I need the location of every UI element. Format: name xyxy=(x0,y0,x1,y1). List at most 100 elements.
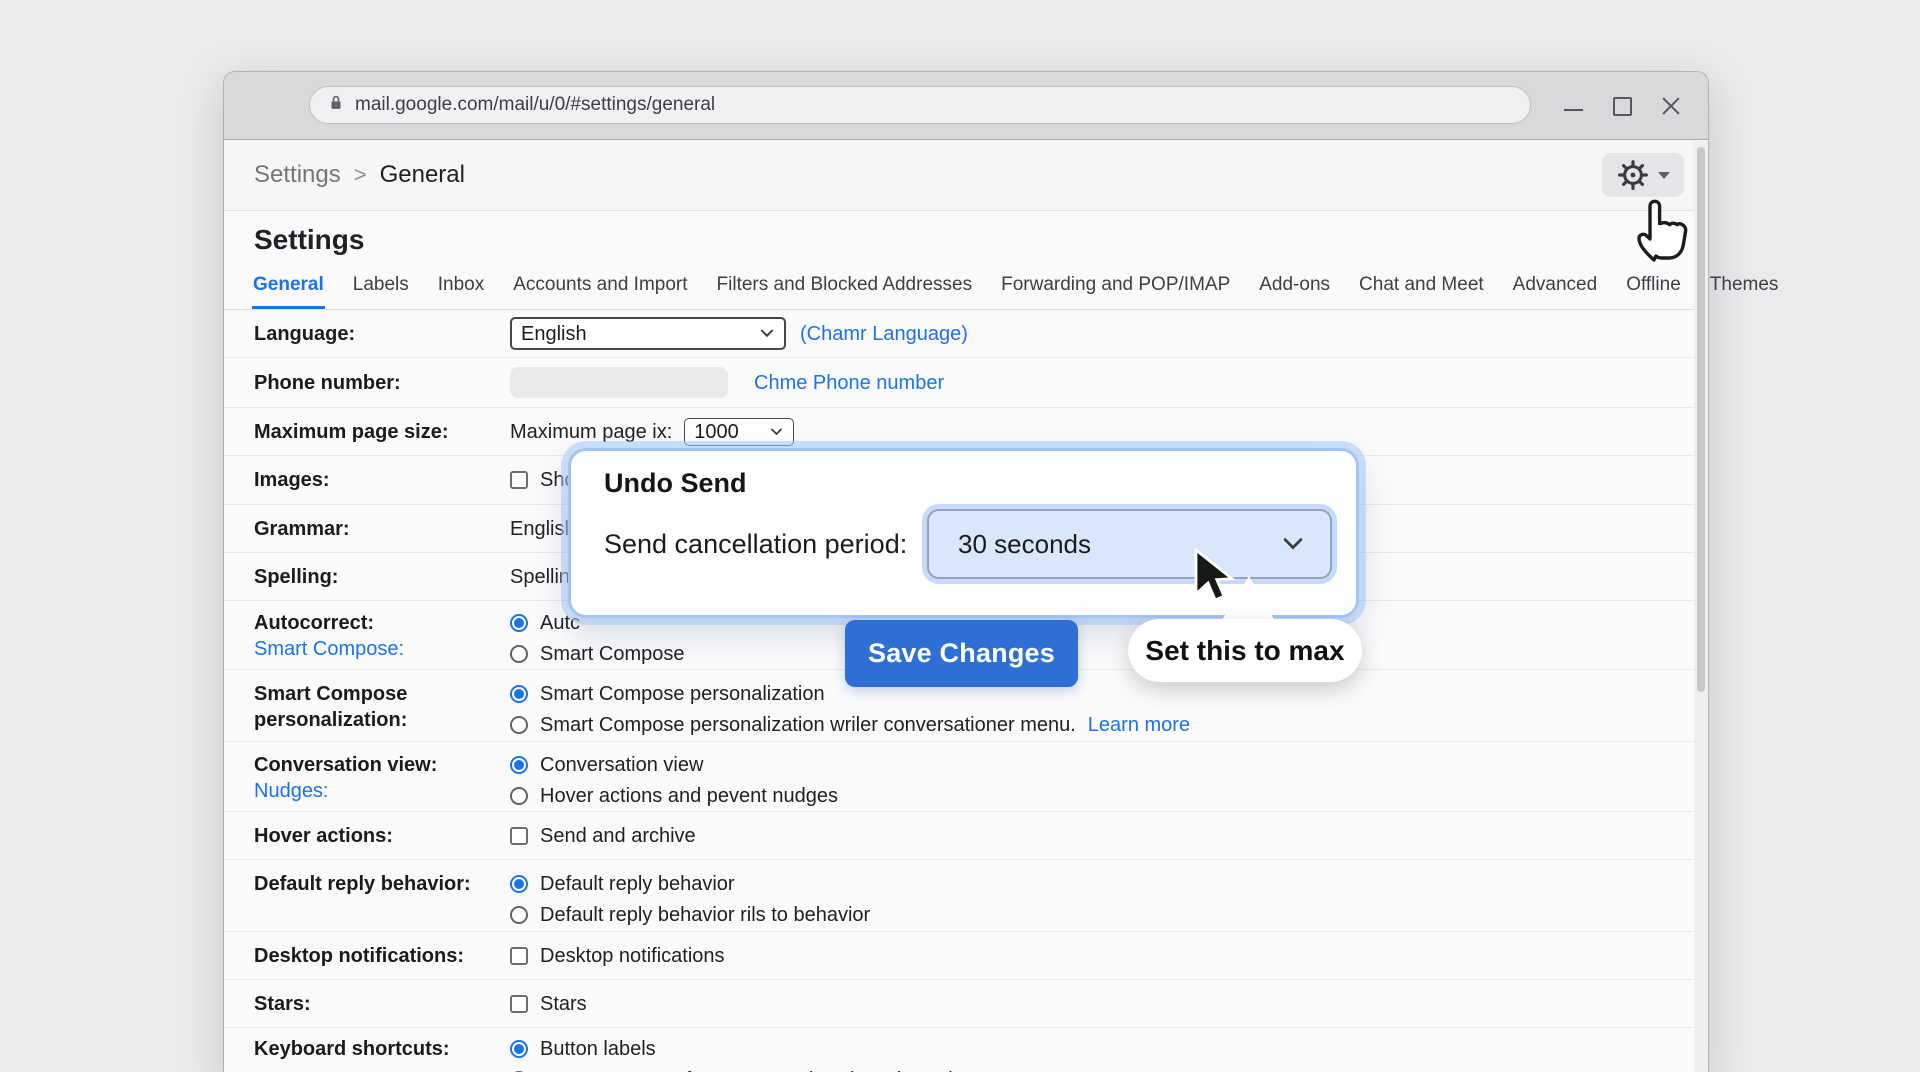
autocorrect-radio-off[interactable] xyxy=(510,645,528,663)
tab-add-ons[interactable]: Add-ons xyxy=(1258,274,1331,309)
vertical-scrollbar[interactable] xyxy=(1694,141,1708,1072)
popup-title: Undo Send xyxy=(604,468,747,499)
chevron-down-icon xyxy=(1282,537,1304,551)
browser-title-bar: mail.google.com/mail/u/0/#settings/gener… xyxy=(224,72,1708,140)
row-keyboard-shortcuts: Keyboard shortcuts: Button labels Create… xyxy=(224,1028,1708,1072)
breadcrumb-separator-icon: > xyxy=(354,162,367,188)
breadcrumb-settings[interactable]: Settings xyxy=(254,161,341,189)
row-stars: Stars: Stars xyxy=(224,980,1708,1028)
close-icon xyxy=(1660,94,1682,118)
row-conversation-view: Conversation view: Nudges: Conversation … xyxy=(224,742,1708,812)
row-label: Spelling: xyxy=(254,564,510,590)
maximize-icon xyxy=(1613,97,1632,116)
tab-themes[interactable]: Themes xyxy=(1709,274,1780,309)
conversation-radio-on[interactable] xyxy=(510,756,528,774)
max-page-inline-label: Maximum page ix: xyxy=(510,419,672,445)
save-changes-label: Save Changes xyxy=(868,638,1055,669)
row-label: Autocorrect: Smart Compose: xyxy=(254,610,510,669)
chevron-down-icon xyxy=(770,428,783,436)
row-desktop-notifications: Desktop notifications: Desktop notificat… xyxy=(224,932,1708,980)
radio-label[interactable]: Hover actions and pevent nudges xyxy=(540,783,838,809)
row-phone-number: Phone number: Chme Phone number xyxy=(224,358,1708,408)
learn-more-link[interactable]: Learn more xyxy=(1088,712,1190,738)
row-label: Phone number: xyxy=(254,370,510,396)
tab-offline[interactable]: Offline xyxy=(1625,274,1682,309)
title-band: Settings xyxy=(224,211,1708,266)
tab-chat-and-meet[interactable]: Chat and Meet xyxy=(1358,274,1485,309)
autocorrect-radio-on[interactable] xyxy=(510,614,528,632)
radio-label[interactable]: Smart Compose xyxy=(540,641,685,667)
reply-radio-off[interactable] xyxy=(510,906,528,924)
images-checkbox[interactable] xyxy=(510,471,528,489)
page-title: Settings xyxy=(254,224,1708,256)
keyboard-radio-on[interactable] xyxy=(510,1040,528,1058)
tab-general[interactable]: General xyxy=(252,274,325,309)
breadcrumb-bar: Settings > General xyxy=(224,140,1708,211)
radio-label[interactable]: Default reply behavior xyxy=(540,871,735,897)
row-label: Stars: xyxy=(254,991,510,1017)
breadcrumb-general: General xyxy=(380,161,465,189)
checkbox-label[interactable]: Stars xyxy=(540,991,587,1017)
scp-radio-on[interactable] xyxy=(510,685,528,703)
tab-filters-and-blocked-addresses[interactable]: Filters and Blocked Addresses xyxy=(716,274,974,309)
tab-labels[interactable]: Labels xyxy=(352,274,410,309)
minimize-icon xyxy=(1564,109,1583,111)
smart-compose-link[interactable]: Smart Compose: xyxy=(254,636,510,662)
hover-actions-checkbox[interactable] xyxy=(510,827,528,845)
spelling-value: Spellin xyxy=(510,566,570,588)
language-select[interactable]: English xyxy=(510,317,786,350)
change-language-link[interactable]: (Chamr Language) xyxy=(800,321,968,347)
address-bar[interactable]: mail.google.com/mail/u/0/#settings/gener… xyxy=(309,86,1531,124)
row-label: Grammar: xyxy=(254,516,510,542)
minimize-button[interactable] xyxy=(1562,95,1584,117)
chevron-down-icon xyxy=(1658,172,1670,179)
tab-accounts-and-import[interactable]: Accounts and Import xyxy=(512,274,688,309)
page-size-value: 1000 xyxy=(694,419,739,445)
gear-icon xyxy=(1617,159,1649,191)
desktop-notifications-checkbox[interactable] xyxy=(510,947,528,965)
tab-advanced[interactable]: Advanced xyxy=(1512,274,1599,309)
radio-label[interactable]: Smart Compose personalization wriler con… xyxy=(540,712,1076,738)
nudges-link[interactable]: Nudges: xyxy=(254,778,510,804)
lock-icon xyxy=(326,92,346,119)
radio-label[interactable]: Default reply behavior rils to behavior xyxy=(540,902,870,928)
conversation-radio-off[interactable] xyxy=(510,787,528,805)
save-changes-button[interactable]: Save Changes xyxy=(845,620,1078,687)
checkbox-label[interactable]: Send and archive xyxy=(540,823,696,849)
maximize-button[interactable] xyxy=(1611,95,1633,117)
row-language: Language: English (Chamr Language) xyxy=(224,310,1708,358)
stars-checkbox[interactable] xyxy=(510,995,528,1013)
row-label: Smart Compose personalization: xyxy=(254,681,510,741)
row-label: Desktop notifications: xyxy=(254,943,510,969)
reply-radio-on[interactable] xyxy=(510,875,528,893)
radio-label[interactable]: Smart Compose personalization xyxy=(540,681,825,707)
radio-label[interactable]: Create contacts for auto-complete (My pi… xyxy=(540,1067,961,1072)
breadcrumb: Settings > General xyxy=(254,161,465,189)
screenshot-stage: mail.google.com/mail/u/0/#settings/gener… xyxy=(0,0,1920,1072)
row-label: Maximum page size: xyxy=(254,419,510,445)
row-default-reply-behavior: Default reply behavior: Default reply be… xyxy=(224,860,1708,932)
dropdown-value: 30 seconds xyxy=(958,529,1091,560)
change-phone-number-link[interactable]: Chme Phone number xyxy=(754,370,944,396)
hand-cursor-icon xyxy=(1625,190,1693,266)
close-button[interactable] xyxy=(1660,95,1682,117)
row-label: Keyboard shortcuts: xyxy=(254,1036,510,1072)
checkbox-label[interactable]: Desktop notifications xyxy=(540,943,725,969)
row-label: Images: xyxy=(254,467,510,493)
tab-forwarding-and-pop-imap[interactable]: Forwarding and POP/IMAP xyxy=(1000,274,1231,309)
scp-radio-off[interactable] xyxy=(510,716,528,734)
row-label: Language: xyxy=(254,321,510,347)
radio-label[interactable]: Conversation view xyxy=(540,752,703,778)
row-label: Hover actions: xyxy=(254,823,510,849)
radio-label[interactable]: Button labels xyxy=(540,1036,656,1062)
learn-more-link[interactable]: Learn more xyxy=(973,1067,1075,1072)
grammar-value: Englisl xyxy=(510,518,569,540)
tooltip-text: Set this to max xyxy=(1145,635,1344,667)
scrollbar-thumb[interactable] xyxy=(1697,147,1705,692)
tab-inbox[interactable]: Inbox xyxy=(437,274,485,309)
page-size-select[interactable]: 1000 xyxy=(684,418,794,446)
conversation-view-label: Conversation view: xyxy=(254,754,437,776)
settings-tabs: General Labels Inbox Accounts and Import… xyxy=(224,266,1708,310)
phone-number-input[interactable] xyxy=(510,367,728,398)
cancellation-period-dropdown[interactable]: 30 seconds xyxy=(927,509,1332,579)
